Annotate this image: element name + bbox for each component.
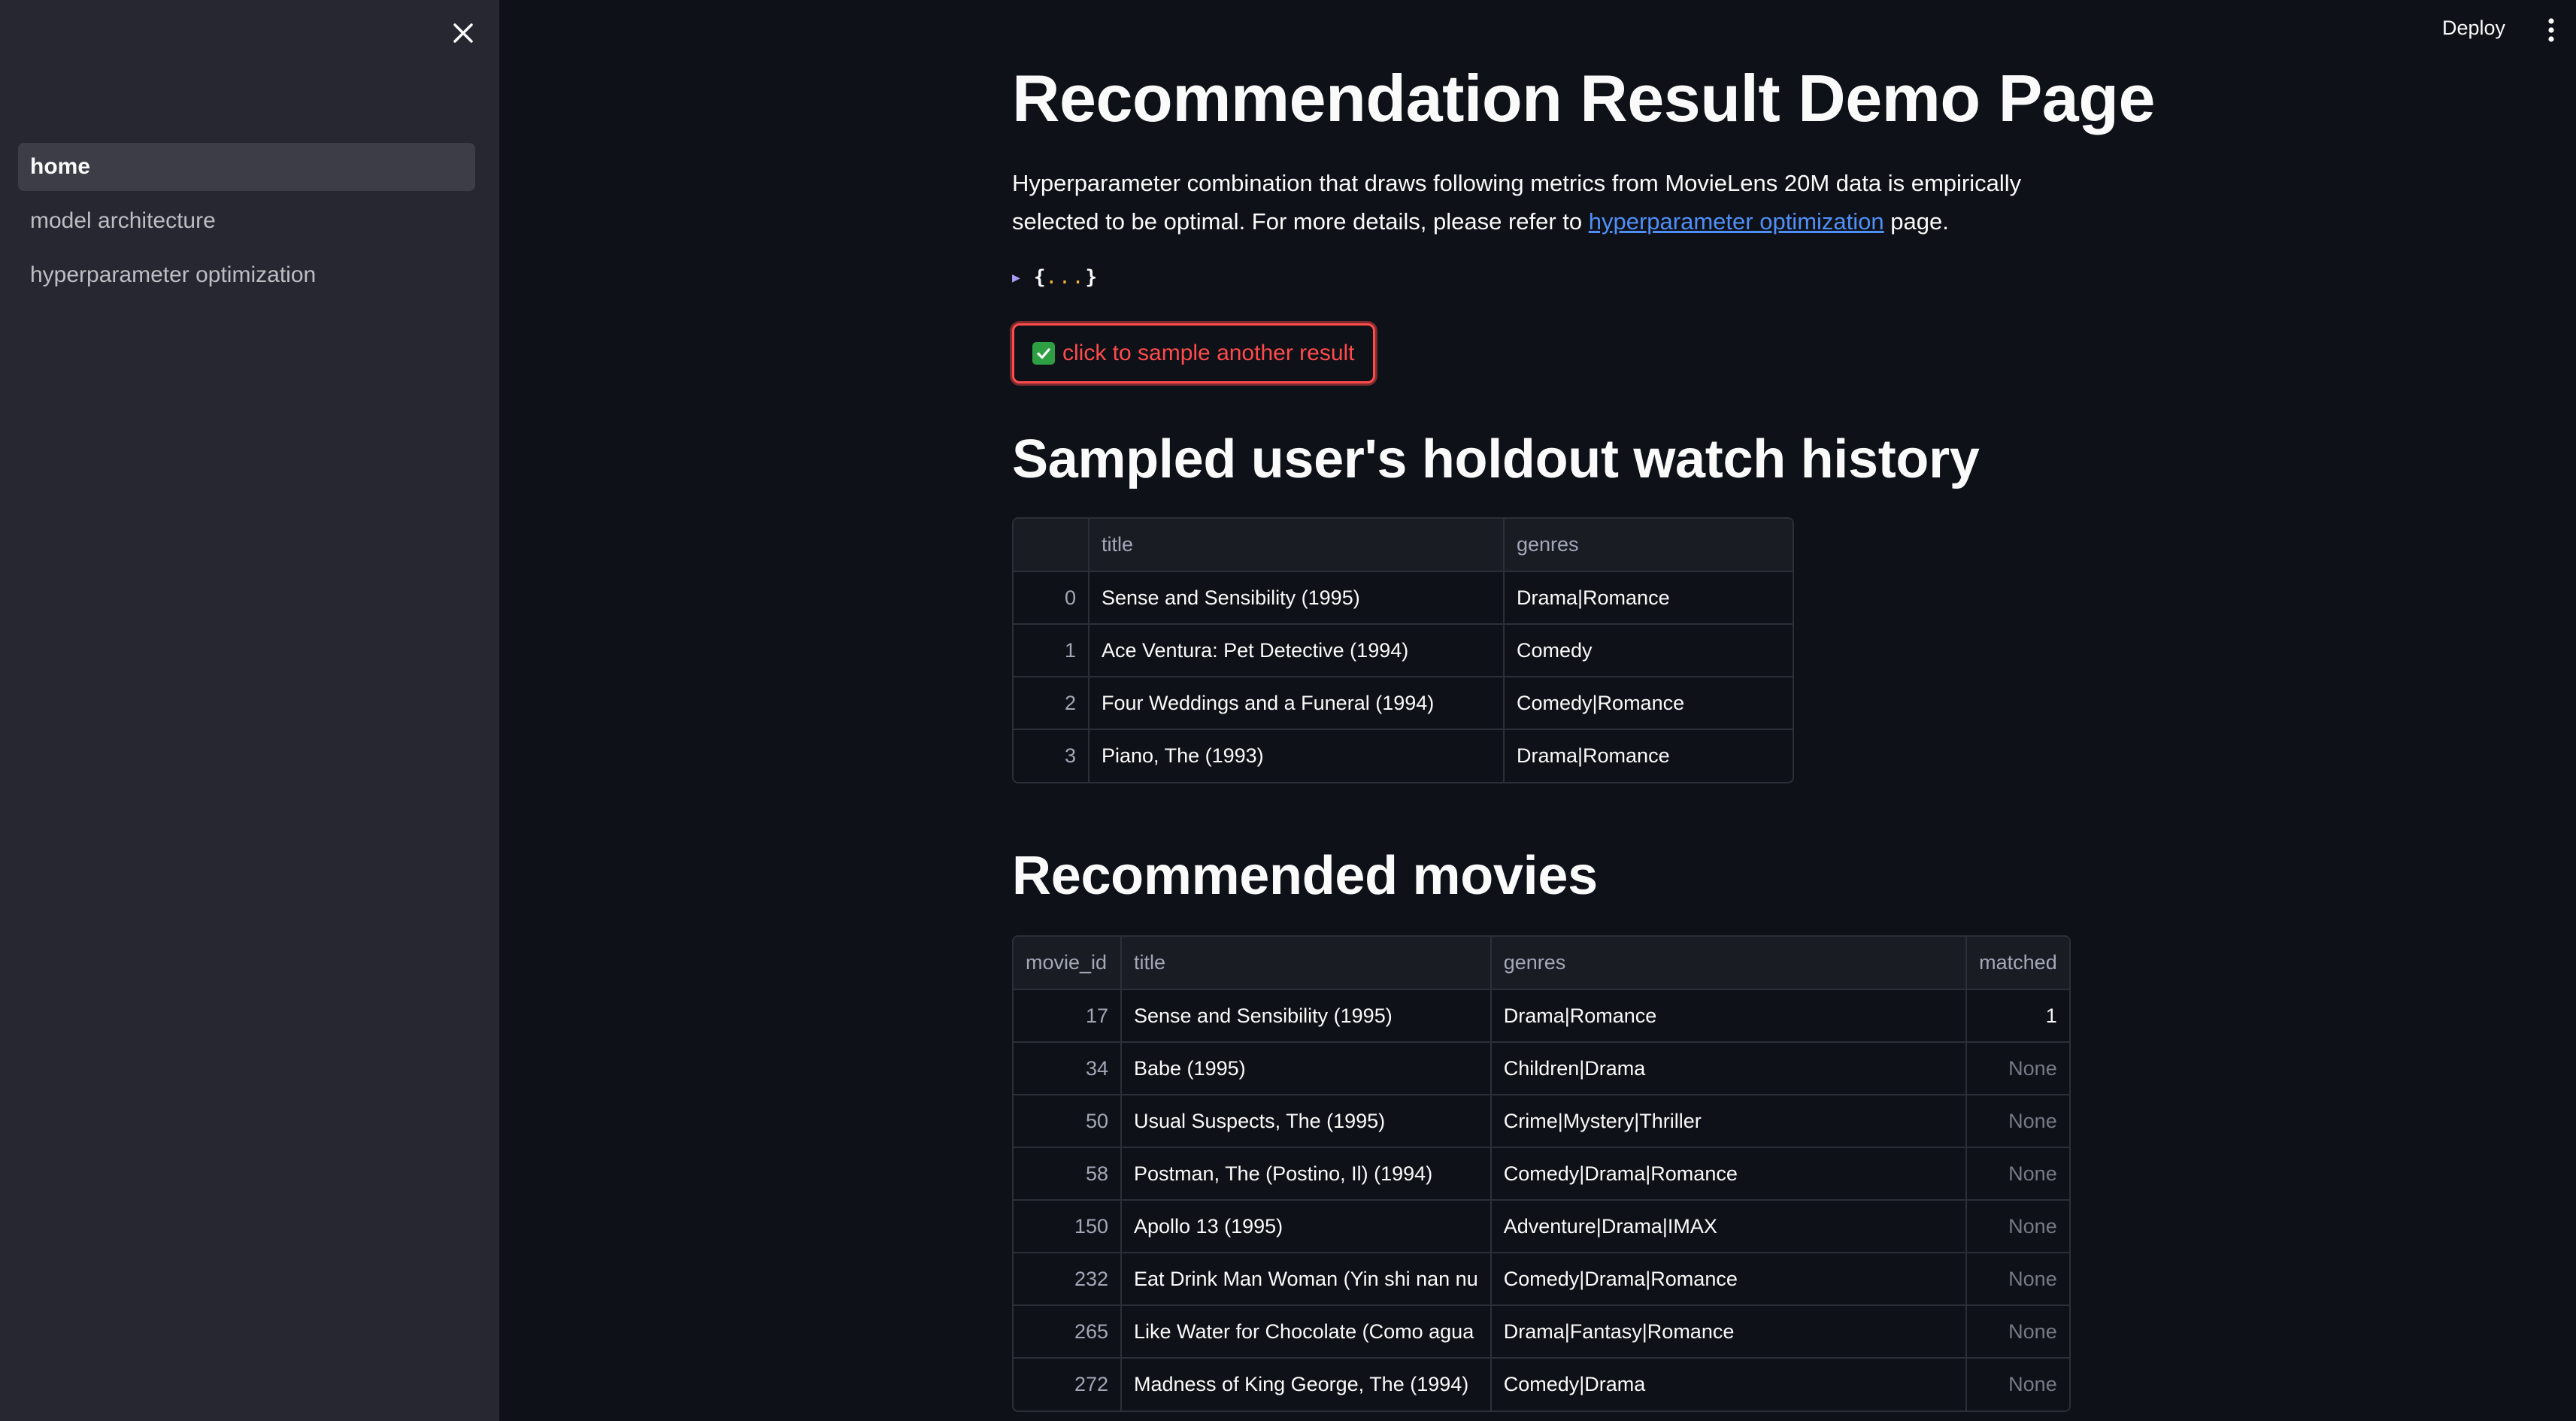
cell-genres[interactable]: Drama|Fantasy|Romance (1490, 1305, 1967, 1359)
column-header-title[interactable]: title (1089, 519, 1505, 572)
sample-button-label: click to sample another result (1062, 341, 1355, 365)
cell-title[interactable]: Madness of King George, The (1994) (1121, 1358, 1492, 1410)
cell-genres[interactable]: Comedy|Drama|Romance (1490, 1147, 1967, 1201)
check-mark-icon (1032, 342, 1055, 365)
cell-movie-id[interactable]: 17 (1014, 989, 1122, 1043)
table-row[interactable]: 3 Piano, The (1993) Drama|Romance (1014, 729, 1793, 782)
column-header-matched[interactable]: matched (1965, 937, 2069, 990)
cell-matched[interactable]: None (1965, 1147, 2069, 1201)
table-row[interactable]: 1 Ace Ventura: Pet Detective (1994) Come… (1014, 624, 1793, 677)
close-icon[interactable] (448, 18, 478, 48)
json-open-brace: { (1033, 266, 1046, 289)
cell-matched[interactable]: None (1965, 1042, 2069, 1095)
cell-movie-id[interactable]: 58 (1014, 1147, 1122, 1201)
cell-movie-id[interactable]: 50 (1014, 1095, 1122, 1148)
cell-matched[interactable]: None (1965, 1253, 2069, 1306)
cell-matched[interactable]: 1 (1965, 989, 2069, 1043)
column-header-genres[interactable]: genres (1490, 937, 1967, 990)
cell-title[interactable]: Ace Ventura: Pet Detective (1994) (1089, 624, 1505, 677)
row-index: 1 (1014, 624, 1089, 677)
holdout-heading: Sampled user's holdout watch history (1012, 429, 1980, 489)
sidebar-item-home[interactable]: home (18, 143, 475, 191)
sidebar-item-hyperparameter-optimization[interactable]: hyperparameter optimization (18, 251, 475, 299)
table-row[interactable]: 272 Madness of King George, The (1994) C… (1014, 1358, 2069, 1410)
cell-matched[interactable]: None (1965, 1305, 2069, 1359)
cell-genres[interactable]: Drama|Romance (1504, 729, 1793, 782)
cell-genres[interactable]: Children|Drama (1490, 1042, 1967, 1095)
cell-title[interactable]: Apollo 13 (1995) (1121, 1200, 1492, 1253)
sidebar-nav: home model architecture hyperparameter o… (18, 143, 475, 305)
cell-genres[interactable]: Comedy|Drama|Romance (1490, 1253, 1967, 1306)
cell-genres[interactable]: Drama|Romance (1504, 571, 1793, 625)
cell-genres[interactable]: Drama|Romance (1490, 989, 1967, 1043)
sidebar-item-label: hyperparameter optimization (30, 262, 317, 287)
kebab-menu-icon[interactable] (2540, 14, 2562, 47)
cell-movie-id[interactable]: 34 (1014, 1042, 1122, 1095)
recommended-heading: Recommended movies (1012, 846, 1598, 906)
intro-text-end: page. (1884, 208, 1949, 235)
column-header-title[interactable]: title (1121, 937, 1492, 990)
table-row[interactable]: 265 Like Water for Chocolate (Como agua … (1014, 1305, 2069, 1359)
row-index: 2 (1014, 677, 1089, 730)
table-row[interactable]: 2 Four Weddings and a Funeral (1994) Com… (1014, 677, 1793, 730)
column-header-genres[interactable]: genres (1504, 519, 1793, 572)
column-header-index (1014, 519, 1089, 572)
json-dots: ... (1045, 266, 1086, 289)
cell-title[interactable]: Sense and Sensibility (1995) (1089, 571, 1505, 625)
cell-matched[interactable]: None (1965, 1095, 2069, 1148)
table-row[interactable]: 50 Usual Suspects, The (1995) Crime|Myst… (1014, 1095, 2069, 1148)
cell-title[interactable]: Eat Drink Man Woman (Yin shi nan nu (1121, 1253, 1492, 1306)
sample-another-result-button[interactable]: click to sample another result (1012, 323, 1375, 383)
cell-title[interactable]: Piano, The (1993) (1089, 729, 1505, 782)
sidebar: home model architecture hyperparameter o… (0, 0, 499, 1421)
holdout-table[interactable]: title genres 0 Sense and Sensibility (19… (1012, 517, 1794, 783)
table-row[interactable]: 150 Apollo 13 (1995) Adventure|Drama|IMA… (1014, 1200, 2069, 1253)
hyperparameter-optimization-link[interactable]: hyperparameter optimization (1589, 208, 1884, 235)
deploy-button[interactable]: Deploy (2442, 17, 2505, 40)
sidebar-item-label: home (30, 154, 91, 179)
cell-movie-id[interactable]: 272 (1014, 1358, 1122, 1410)
json-expander[interactable]: ▶ { ... } (1012, 266, 1097, 289)
cell-movie-id[interactable]: 232 (1014, 1253, 1122, 1306)
table-header-row: movie_id title genres matched (1014, 937, 2069, 990)
cell-genres[interactable]: Crime|Mystery|Thriller (1490, 1095, 1967, 1148)
expand-triangle-icon: ▶ (1012, 269, 1020, 286)
intro-paragraph: Hyperparameter combination that draws fo… (1012, 164, 2065, 241)
recommended-table[interactable]: movie_id title genres matched 17 Sense a… (1012, 935, 2071, 1412)
row-index: 3 (1014, 729, 1089, 782)
cell-genres[interactable]: Comedy|Romance (1504, 677, 1793, 730)
table-row[interactable]: 17 Sense and Sensibility (1995) Drama|Ro… (1014, 989, 2069, 1043)
json-close-brace: } (1085, 266, 1098, 289)
sidebar-item-label: model architecture (30, 208, 216, 233)
table-row[interactable]: 232 Eat Drink Man Woman (Yin shi nan nu … (1014, 1253, 2069, 1306)
cell-title[interactable]: Postman, The (Postino, Il) (1994) (1121, 1147, 1492, 1201)
cell-genres[interactable]: Comedy (1504, 624, 1793, 677)
column-header-movie-id[interactable]: movie_id (1014, 937, 1122, 990)
cell-genres[interactable]: Comedy|Drama (1490, 1358, 1967, 1410)
cell-genres[interactable]: Adventure|Drama|IMAX (1490, 1200, 1967, 1253)
cell-title[interactable]: Sense and Sensibility (1995) (1121, 989, 1492, 1043)
row-index: 0 (1014, 571, 1089, 625)
table-row[interactable]: 58 Postman, The (Postino, Il) (1994) Com… (1014, 1147, 2069, 1201)
cell-title[interactable]: Babe (1995) (1121, 1042, 1492, 1095)
sidebar-item-model-architecture[interactable]: model architecture (18, 197, 475, 245)
cell-movie-id[interactable]: 150 (1014, 1200, 1122, 1253)
table-header-row: title genres (1014, 519, 1793, 572)
page-title: Recommendation Result Demo Page (1012, 61, 2155, 135)
cell-matched[interactable]: None (1966, 1358, 2069, 1410)
cell-movie-id[interactable]: 265 (1014, 1305, 1122, 1359)
cell-matched[interactable]: None (1965, 1200, 2069, 1253)
table-row[interactable]: 0 Sense and Sensibility (1995) Drama|Rom… (1014, 571, 1793, 625)
cell-title[interactable]: Usual Suspects, The (1995) (1121, 1095, 1492, 1148)
cell-title[interactable]: Like Water for Chocolate (Como agua (1121, 1305, 1492, 1359)
cell-title[interactable]: Four Weddings and a Funeral (1994) (1089, 677, 1505, 730)
table-row[interactable]: 34 Babe (1995) Children|Drama None (1014, 1042, 2069, 1095)
